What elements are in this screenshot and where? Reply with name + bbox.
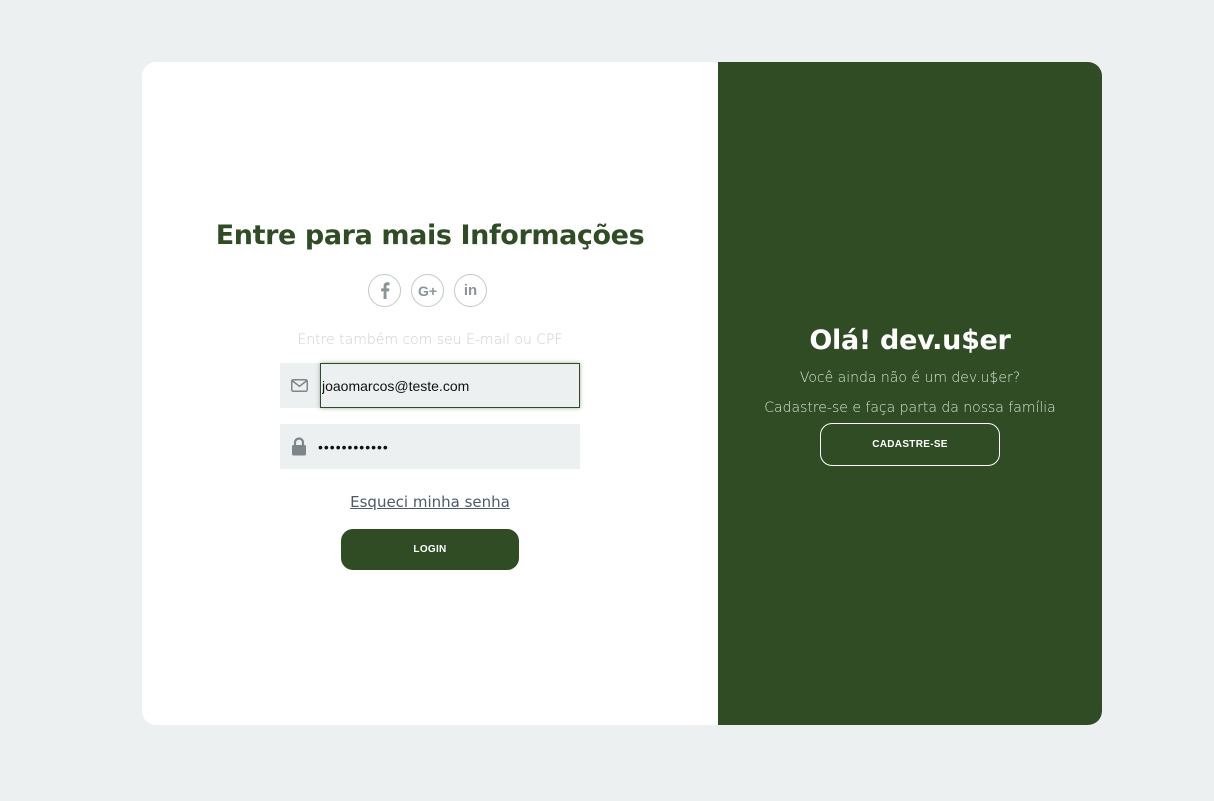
envelope-icon: [280, 363, 318, 408]
signup-button[interactable]: CADASTRE-SE: [820, 423, 1000, 466]
linkedin-icon: in: [463, 282, 478, 299]
login-title: Entre para mais Informações: [215, 220, 645, 251]
auth-card: Entre para mais Informações G+ in Entre …: [142, 62, 1102, 725]
signup-panel: Olá! dev.u$er Você ainda não é um dev.u$…: [718, 62, 1102, 725]
forgot-password-link[interactable]: Esqueci minha senha: [142, 492, 718, 512]
login-panel: Entre para mais Informações G+ in Entre …: [142, 62, 718, 725]
google-plus-icon: G+: [417, 282, 438, 299]
facebook-icon: [380, 282, 390, 299]
signup-question: Você ainda não é um dev.u$er?: [799, 370, 1021, 386]
login-subtitle: Entre também com seu E-mail ou CPF: [297, 332, 563, 348]
email-input-group: [280, 363, 580, 408]
facebook-login-button[interactable]: [368, 274, 401, 307]
email-field[interactable]: [320, 363, 580, 408]
password-field[interactable]: [318, 424, 580, 469]
lock-icon: [280, 424, 318, 469]
linkedin-login-button[interactable]: in: [454, 274, 487, 307]
password-input-group: [280, 424, 580, 469]
login-button[interactable]: LOGIN: [341, 529, 519, 570]
signup-invite: Cadastre-se e faça parta da nossa famíli…: [764, 400, 1056, 416]
social-login-row: G+ in: [368, 274, 487, 309]
google-plus-login-button[interactable]: G+: [411, 274, 444, 307]
signup-title: Olá! dev.u$er: [809, 325, 1011, 356]
